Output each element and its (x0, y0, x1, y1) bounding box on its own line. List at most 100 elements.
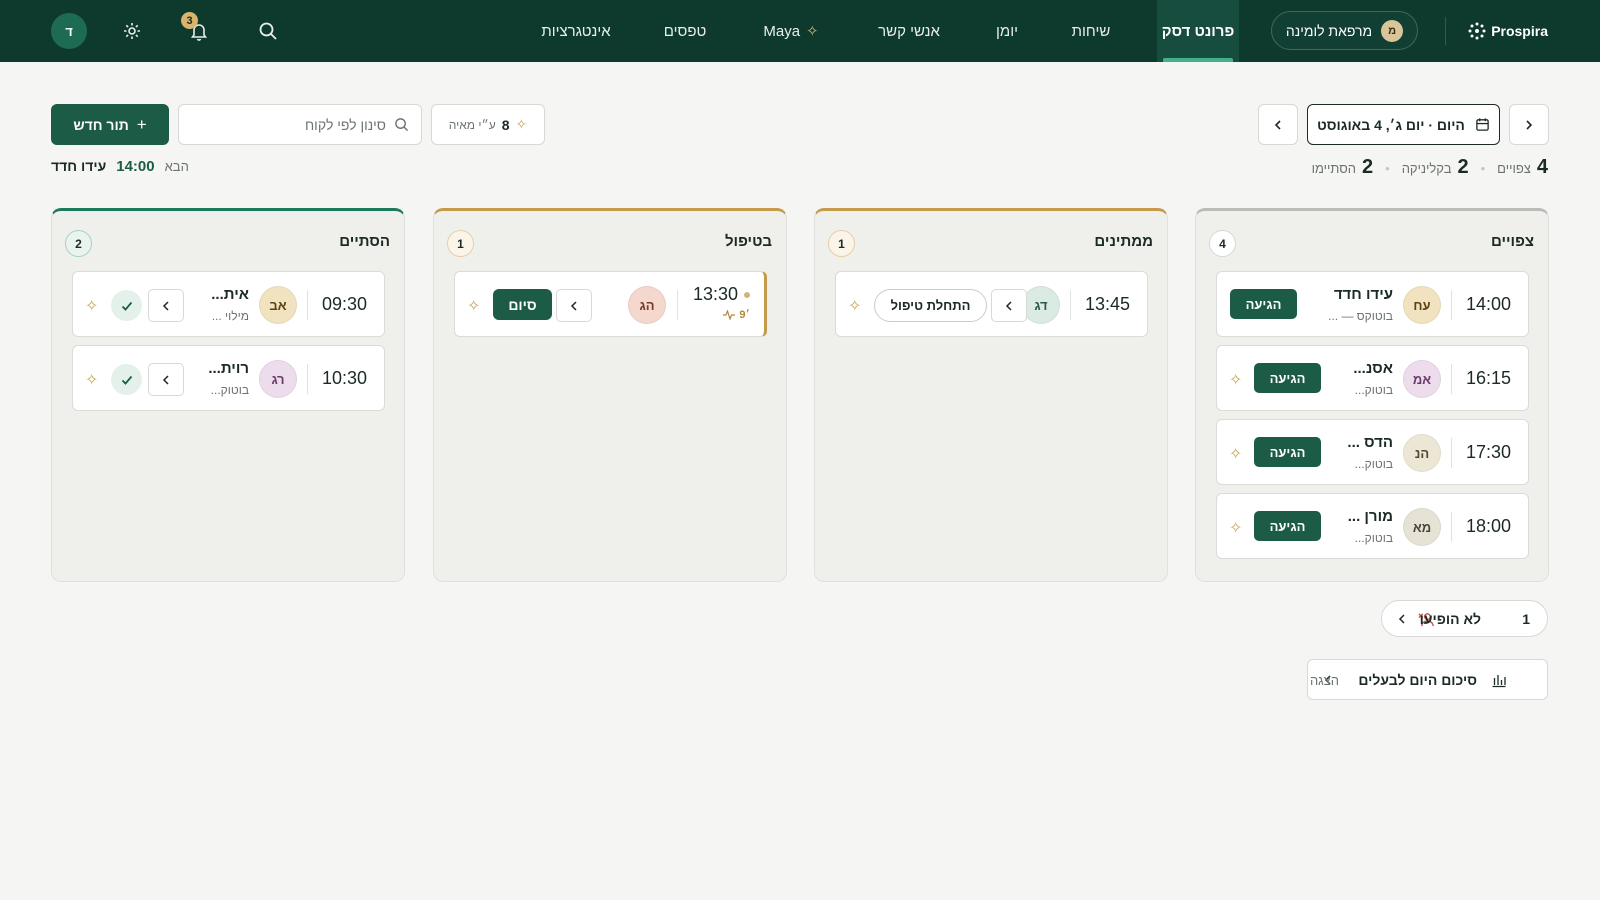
no-show-count: 1 (1522, 611, 1530, 627)
tab-conversations[interactable]: שיחות (1064, 0, 1118, 62)
open-details-button[interactable] (148, 289, 184, 322)
appointment-card[interactable]: 09:30 אב אית... מילוי ... ✧ (72, 271, 385, 337)
user-avatar[interactable]: ד (51, 13, 87, 49)
tab-forms[interactable]: טפסים (659, 0, 711, 62)
appointment-time: 13:45 (1084, 294, 1130, 314)
column-waiting: ממתינים 1 13:45 דג התחלת טיפול ✧ (814, 208, 1168, 582)
tab-contacts[interactable]: אנשי קשר (870, 0, 948, 62)
chevron-left-icon (1274, 119, 1281, 130)
column-title: ממתינים (1094, 233, 1153, 250)
pulse-icon (723, 310, 736, 320)
new-appointment-label: תור חדש (73, 116, 129, 133)
divider (1451, 290, 1452, 320)
stats-separator: • (1480, 161, 1486, 176)
client-avatar: דג (1022, 286, 1060, 324)
column-title: צפויים (1491, 233, 1534, 250)
sparkle-icon: ✧ (806, 23, 819, 40)
column-title: הסתיים (339, 233, 390, 250)
arrived-button[interactable]: הגיעה (1230, 289, 1297, 319)
chevron-left-icon (1398, 614, 1405, 624)
sparkle-icon: ✧ (85, 298, 99, 315)
clinic-avatar: מ (1381, 19, 1404, 42)
appointment-time: 18:00 (1465, 516, 1511, 536)
appointment-card[interactable]: 14:00 עח עידו חדד בוטוקס — ... הגיעה (1216, 271, 1529, 337)
client-name: רוית... (208, 360, 249, 377)
column-count: 1 (447, 230, 474, 257)
arrived-button[interactable]: הגיעה (1254, 363, 1321, 393)
column-count: 4 (1209, 230, 1236, 257)
tab-front-desk[interactable]: פרונט דסק (1157, 0, 1239, 62)
appointment-card[interactable]: 17:30 הנ הדס ... בוטוק... הגיעה ✧ (1216, 419, 1529, 485)
done-count: 2 (1362, 156, 1374, 178)
open-details-button[interactable] (556, 289, 592, 322)
treatment-label: בוטוקס — ... (1328, 309, 1393, 323)
appointment-time: 09:30 (321, 294, 367, 314)
next-client-name: עידו חדד (51, 158, 107, 174)
client-avatar: אמ (1403, 360, 1441, 398)
search-icon[interactable] (255, 18, 281, 44)
appointment-time: 10:30 (321, 368, 367, 388)
client-name: מורן ... (1347, 508, 1393, 525)
done-label: הסתיימו (1311, 161, 1356, 176)
appointment-card[interactable]: 13:30 9׳ הג סיום ✧ (454, 271, 767, 337)
appointment-card[interactable]: 10:30 רג רוית... בוטוק... ✧ (72, 345, 385, 411)
prev-day-button[interactable] (1258, 104, 1298, 145)
appointment-card[interactable]: 18:00 מא מורן ... בוטוק... הגיעה ✧ (1216, 493, 1529, 559)
treatment-label: מילוי ... (211, 309, 249, 323)
open-details-button[interactable] (991, 289, 1027, 322)
next-label: הבא (164, 159, 189, 174)
brand-mark-icon (1468, 22, 1486, 40)
sparkle-icon: ✧ (85, 372, 99, 389)
expected-label: צפויים (1497, 161, 1531, 176)
maya-booked-count: 8 (501, 116, 510, 133)
clinic-switcher[interactable]: מ מרפאת לומינה (1271, 11, 1418, 50)
tab-calendar[interactable]: יומן (988, 0, 1026, 62)
appointment-time: 17:30 (1465, 442, 1511, 462)
appointment-card[interactable]: 13:45 דג התחלת טיפול ✧ (835, 271, 1148, 337)
client-name: אית... (211, 286, 249, 303)
treatment-label: בוטוק... (1354, 383, 1393, 397)
summary-label: סיכום היום לבעלים (1358, 672, 1477, 688)
brand-logo[interactable]: Prospira (1467, 20, 1548, 42)
new-appointment-button[interactable]: + תור חדש (51, 104, 169, 145)
plus-icon: + (136, 114, 147, 134)
clinic-name: מרפאת לומינה (1285, 22, 1373, 39)
search-icon (395, 118, 409, 132)
next-appointment[interactable]: עידו חדד 14:00 הבא (51, 158, 189, 175)
column-in-treatment: בטיפול 1 13:30 9׳ הג סיום ✧ (433, 208, 787, 582)
date-picker-button[interactable]: היום · יום ג׳, 4 באוגוסט (1307, 104, 1500, 145)
arrived-button[interactable]: הגיעה (1254, 511, 1321, 541)
client-search-input[interactable]: סינון לפי לקוח (178, 104, 422, 145)
gear-icon[interactable] (119, 18, 145, 44)
next-day-button[interactable] (1509, 104, 1549, 145)
expected-count: 4 (1536, 156, 1548, 178)
in-clinic-label: בקליניקה (1401, 161, 1452, 176)
appointment-time: 14:00 (1465, 294, 1511, 314)
tab-maya[interactable]: Maya ✧ (757, 0, 825, 62)
owner-day-summary[interactable]: סיכום היום לבעלים הצגה (1307, 659, 1548, 700)
sparkle-icon: ✧ (848, 298, 862, 315)
open-details-button[interactable] (148, 363, 184, 396)
treatment-label: בוטוק... (1354, 457, 1393, 471)
client-name: עידו חדד (1333, 286, 1393, 303)
no-show-label: לא הופיעו (1419, 611, 1481, 627)
maya-booked-label: ע״י מאיה (448, 117, 496, 132)
arrived-button[interactable]: הגיעה (1254, 437, 1321, 467)
column-title: בטיפול (724, 233, 772, 250)
client-avatar: רג (259, 360, 297, 398)
calendar-icon (1476, 118, 1489, 131)
sparkle-icon: ✧ (1229, 446, 1243, 463)
in-clinic-count: 2 (1457, 156, 1469, 178)
chevron-right-icon (1526, 119, 1533, 130)
next-time: 14:00 (116, 158, 155, 175)
no-show-toggle[interactable]: לא הופיעו 1 (1381, 600, 1548, 637)
notification-badge: 3 (181, 12, 198, 29)
maya-booked-filter[interactable]: ✧ 8 ע״י מאיה (431, 104, 545, 145)
finish-button[interactable]: סיום (493, 289, 552, 320)
start-treatment-button[interactable]: התחלת טיפול (874, 289, 987, 322)
tab-integrations[interactable]: אינטגרציות (534, 0, 618, 62)
chevron-left-icon (162, 300, 169, 311)
sparkle-icon: ✧ (1229, 520, 1243, 537)
divider (1070, 290, 1071, 320)
appointment-card[interactable]: 16:15 אמ אסנ... בוטוק... הגיעה ✧ (1216, 345, 1529, 411)
